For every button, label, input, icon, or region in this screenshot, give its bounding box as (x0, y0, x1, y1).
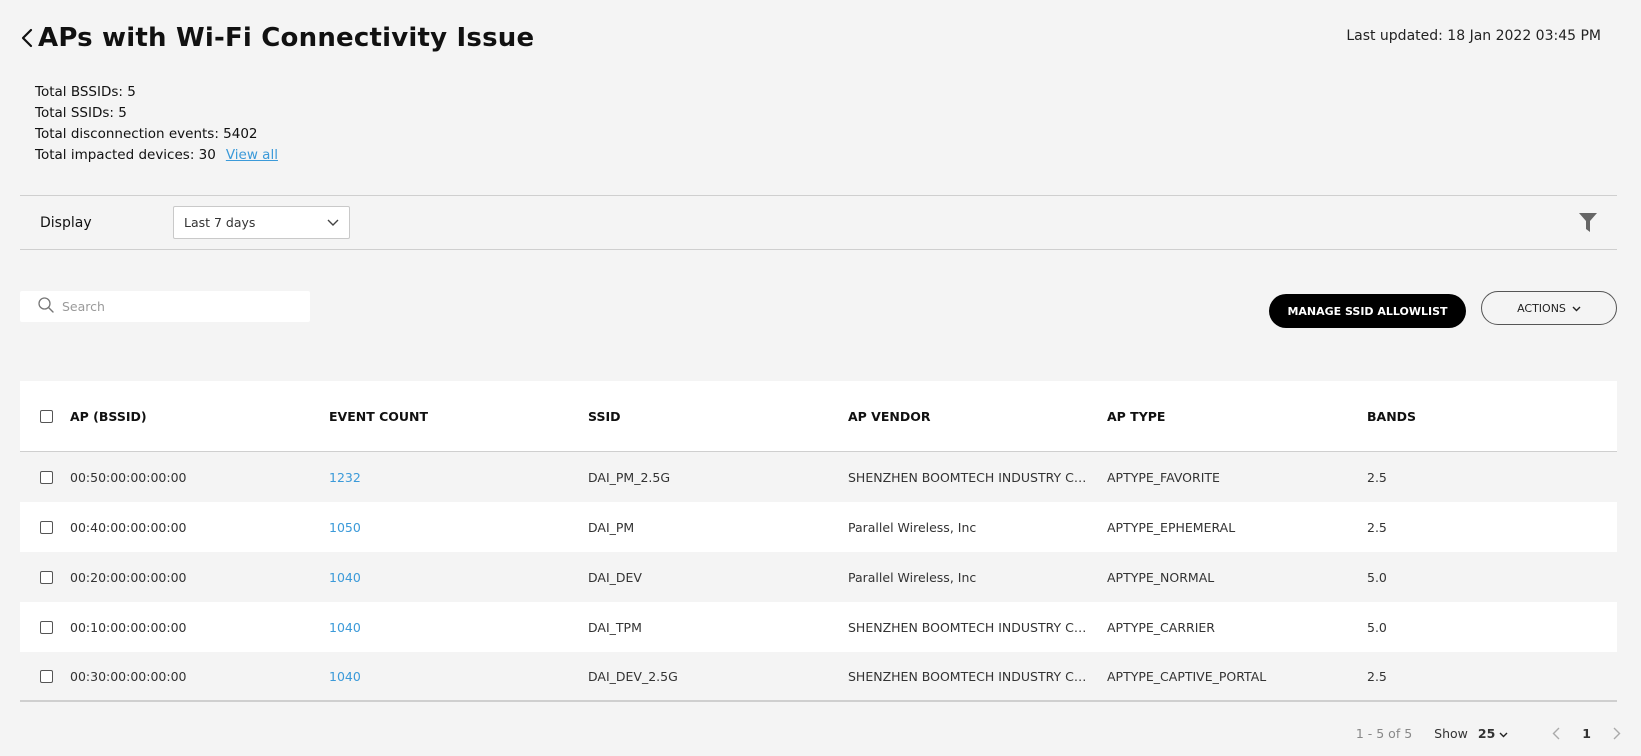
row-checkbox[interactable] (39, 470, 53, 484)
table-row[interactable]: 00:30:00:00:00:00 1040 DAI_DEV_2.5G SHEN… (20, 652, 1617, 702)
cell-ap-type: APTYPE_EPHEMERAL (1107, 519, 1236, 535)
cell-ssid: DAI_PM (588, 519, 635, 535)
page: APs with Wi-Fi Connectivity Issue Last u… (0, 0, 1641, 756)
cell-ap-vendor: Parallel Wireless, Inc (848, 519, 977, 535)
cell-ap-vendor: Parallel Wireless, Inc (848, 569, 977, 585)
total-bssids: Total BSSIDs: 5 (35, 84, 136, 100)
cell-bssid: 00:10:00:00:00:00 (70, 619, 187, 635)
manage-ssid-allowlist-button[interactable]: MANAGE SSID ALLOWLIST (1269, 294, 1466, 328)
summary: Total BSSIDs: 5 Total SSIDs: 5 Total dis… (35, 82, 278, 166)
table-header: AP (BSSID) EVENT COUNT SSID AP VENDOR AP… (20, 381, 1617, 452)
cell-ssid: DAI_PM_2.5G (588, 469, 671, 485)
actions-label: ACTIONS (1517, 301, 1566, 315)
cell-bands: 2.5 (1367, 469, 1387, 485)
cell-ap-type: APTYPE_NORMAL (1107, 569, 1215, 585)
cell-bands: 5.0 (1367, 619, 1387, 635)
search-input[interactable] (62, 299, 292, 314)
column-header-ap-type[interactable]: AP TYPE (1107, 409, 1367, 424)
select-all-checkbox[interactable] (39, 409, 53, 423)
cell-ap-type: APTYPE_FAVORITE (1107, 469, 1220, 485)
cell-ap-vendor: SHENZHEN BOOMTECH INDUSTRY CO.,L... (848, 469, 1107, 485)
pagination: 1 - 5 of 5 Show 25 1 (1356, 724, 1621, 742)
chevron-down-icon (327, 215, 339, 230)
pagination-range: 1 - 5 of 5 (1355, 725, 1413, 741)
actions-button[interactable]: ACTIONS (1481, 291, 1617, 325)
cell-event-count-link[interactable]: 1232 (329, 470, 588, 485)
cell-event-count-link[interactable]: 1040 (329, 570, 588, 585)
row-checkbox[interactable] (39, 520, 53, 534)
total-disconnection-events: Total disconnection events: 5402 (35, 126, 258, 142)
next-page-icon[interactable] (1613, 727, 1621, 740)
filter-icon[interactable] (1579, 213, 1597, 237)
cell-bssid: 00:30:00:00:00:00 (70, 668, 187, 684)
cell-bands: 5.0 (1367, 569, 1387, 585)
cell-ap-type: APTYPE_CAPTIVE_PORTAL (1107, 668, 1267, 684)
cell-event-count-link[interactable]: 1040 (329, 620, 588, 635)
row-checkbox[interactable] (39, 669, 53, 683)
column-header-ssid[interactable]: SSID (588, 409, 848, 424)
total-impacted-devices-row: Total impacted devices: 30 View all (35, 145, 278, 166)
cell-bssid: 00:50:00:00:00:00 (70, 469, 187, 485)
table-row[interactable]: 00:20:00:00:00:00 1040 DAI_DEV Parallel … (20, 552, 1617, 602)
ap-table: AP (BSSID) EVENT COUNT SSID AP VENDOR AP… (20, 381, 1617, 702)
cell-bands: 2.5 (1367, 519, 1387, 535)
header: APs with Wi-Fi Connectivity Issue Last u… (18, 18, 1611, 58)
view-all-link[interactable]: View all (226, 147, 278, 163)
row-checkbox[interactable] (39, 570, 53, 584)
period-select-value: Last 7 days (184, 215, 256, 230)
page-size-value: 25 (1477, 725, 1496, 741)
total-ssids: Total SSIDs: 5 (35, 105, 127, 121)
cell-event-count-link[interactable]: 1040 (329, 669, 588, 684)
search-icon (38, 296, 54, 317)
chevron-down-icon (1572, 302, 1581, 315)
table-row[interactable]: 00:10:00:00:00:00 1040 DAI_TPM SHENZHEN … (20, 602, 1617, 652)
cell-bssid: 00:20:00:00:00:00 (70, 569, 187, 585)
column-header-event-count[interactable]: EVENT COUNT (329, 409, 588, 424)
column-header-bands[interactable]: BANDS (1367, 409, 1617, 424)
total-impacted-devices: Total impacted devices: 30 (35, 147, 216, 163)
page-title: APs with Wi-Fi Connectivity Issue (38, 23, 535, 53)
table-row[interactable]: 00:50:00:00:00:00 1232 DAI_PM_2.5G SHENZ… (20, 452, 1617, 502)
cell-ap-vendor: SHENZHEN BOOMTECH INDUSTRY CO.,L... (848, 668, 1107, 684)
cell-bssid: 00:40:00:00:00:00 (70, 519, 187, 535)
column-header-bssid[interactable]: AP (BSSID) (70, 409, 329, 424)
previous-page-icon[interactable] (1552, 727, 1560, 740)
display-label: Display (40, 214, 92, 231)
period-select[interactable]: Last 7 days (173, 206, 350, 239)
current-page[interactable]: 1 (1582, 726, 1591, 741)
back-icon[interactable] (18, 27, 36, 49)
show-label: Show (1434, 725, 1468, 741)
display-bar: Display Last 7 days (20, 195, 1617, 250)
cell-ssid: DAI_DEV_2.5G (588, 668, 678, 684)
page-size-select[interactable]: 25 (1478, 726, 1508, 741)
last-updated: Last updated: 18 Jan 2022 03:45 PM (1346, 28, 1601, 44)
cell-bands: 2.5 (1367, 668, 1387, 684)
cell-ap-type: APTYPE_CARRIER (1107, 619, 1215, 635)
search-box (20, 291, 310, 322)
row-checkbox[interactable] (39, 620, 53, 634)
column-header-ap-vendor[interactable]: AP VENDOR (848, 409, 1107, 424)
cell-event-count-link[interactable]: 1050 (329, 520, 588, 535)
cell-ap-vendor: SHENZHEN BOOMTECH INDUSTRY CO.,L... (848, 619, 1107, 635)
table-row[interactable]: 00:40:00:00:00:00 1050 DAI_PM Parallel W… (20, 502, 1617, 552)
chevron-down-icon (1499, 726, 1508, 741)
cell-ssid: DAI_DEV (588, 569, 642, 585)
cell-ssid: DAI_TPM (588, 619, 642, 635)
